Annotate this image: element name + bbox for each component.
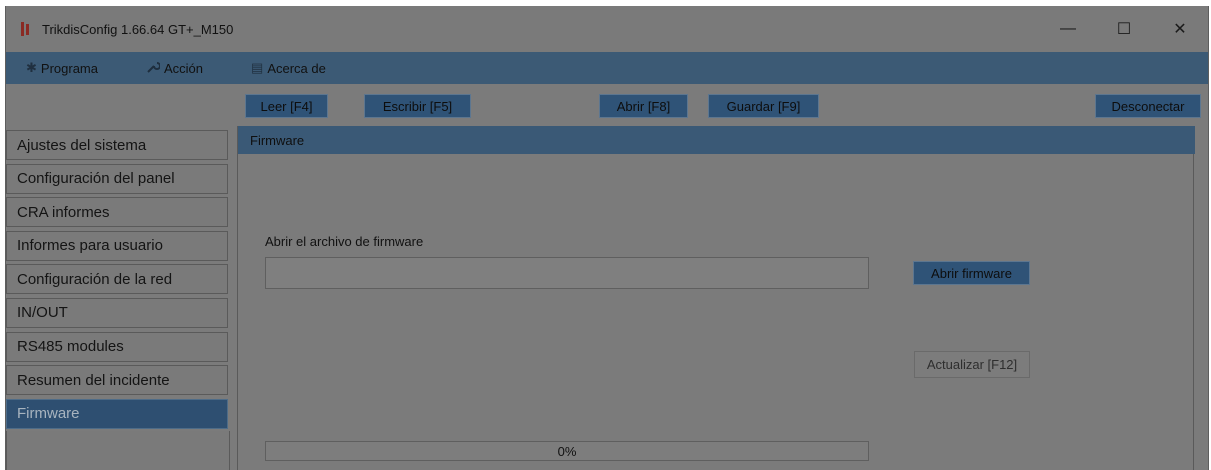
sidebar-empty-area <box>6 431 230 470</box>
sidebar-item-rs485-modules[interactable]: RS485 modules <box>6 331 228 362</box>
save-button[interactable]: Guardar [F9] <box>708 94 819 118</box>
window-controls: — ☐ ✕ <box>1040 6 1208 52</box>
menu-accion[interactable]: Acción <box>146 52 203 84</box>
menu-acerca-de[interactable]: ▤ Acerca de <box>251 52 326 84</box>
sidebar-item-in-out[interactable]: IN/OUT <box>6 297 228 328</box>
firmware-file-label: Abrir el archivo de firmware <box>265 234 424 249</box>
sidebar-item-resumen-del-incidente[interactable]: Resumen del incidente <box>6 365 228 396</box>
firmware-progress-bar: 0% <box>265 441 869 461</box>
open-button[interactable]: Abrir [F8] <box>599 94 688 118</box>
info-icon: ▤ <box>251 60 264 75</box>
close-button[interactable]: ✕ <box>1152 6 1208 52</box>
firmware-panel: Firmware Abrir el archivo de firmware Ab… <box>237 126 1195 470</box>
title-bar: TrikdisConfig 1.66.64 GT+_M150 — ☐ ✕ <box>6 6 1208 52</box>
sidebar-item-configuracion-del-panel[interactable]: Configuración del panel <box>6 163 228 194</box>
maximize-button[interactable]: ☐ <box>1096 6 1152 52</box>
menu-accion-label: Acción <box>163 60 204 76</box>
wrench-icon <box>146 60 161 77</box>
disconnect-button[interactable]: Desconectar <box>1095 94 1201 118</box>
section-header: Firmware <box>238 126 1195 154</box>
sidebar-item-configuracion-de-la-red[interactable]: Configuración de la red <box>6 264 228 295</box>
sidebar-item-cra-informes[interactable]: CRA informes <box>6 197 228 228</box>
toolbar: Leer [F4] Escribir [F5] Abrir [F8] Guard… <box>6 84 1208 132</box>
menu-bar: ✱ Programa Acción ▤ Acerca de <box>6 52 1208 84</box>
update-firmware-button[interactable]: Actualizar [F12] <box>914 351 1030 378</box>
firmware-file-path-input[interactable] <box>265 257 869 289</box>
open-firmware-button[interactable]: Abrir firmware <box>913 261 1030 285</box>
sidebar-item-ajustes-del-sistema[interactable]: Ajustes del sistema <box>6 130 228 160</box>
menu-programa[interactable]: ✱ Programa <box>26 52 98 84</box>
write-button[interactable]: Escribir [F5] <box>364 94 471 118</box>
sidebar-nav: Ajustes del sistema Configuración del pa… <box>6 130 228 432</box>
app-logo-icon <box>18 21 32 37</box>
read-button[interactable]: Leer [F4] <box>245 94 328 118</box>
minimize-button[interactable]: — <box>1040 6 1096 52</box>
window-title: TrikdisConfig 1.66.64 GT+_M150 <box>42 21 234 37</box>
progress-percent: 0% <box>557 443 577 459</box>
sidebar-item-informes-para-usuario[interactable]: Informes para usuario <box>6 230 228 261</box>
menu-acerca-de-label: Acerca de <box>267 60 326 76</box>
sidebar-item-firmware[interactable]: Firmware <box>6 398 228 429</box>
menu-programa-label: Programa <box>40 60 98 76</box>
gear-icon: ✱ <box>26 60 37 75</box>
